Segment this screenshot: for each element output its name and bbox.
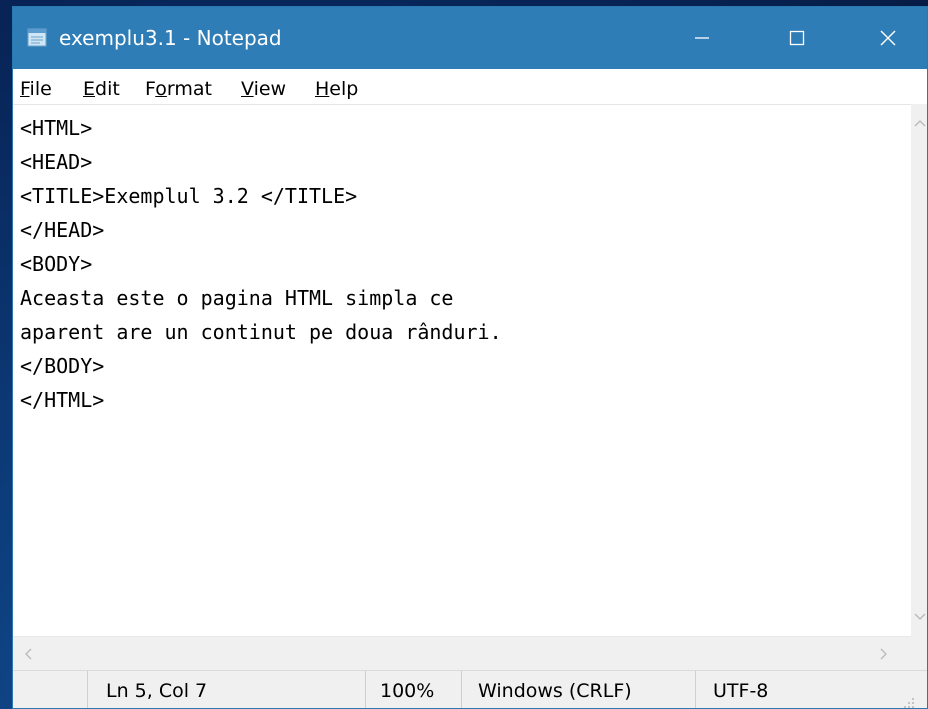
status-position-text: Ln 5, Col 7 bbox=[106, 680, 208, 702]
horizontal-scrollbar[interactable] bbox=[13, 636, 911, 670]
notepad-icon bbox=[27, 28, 47, 47]
editor-line: Aceasta este o pagina HTML simpla ce bbox=[20, 286, 454, 310]
menu-help[interactable]: Help bbox=[315, 77, 358, 101]
notepad-window: exemplu3.1 - Notepad File Edit Format Vi… bbox=[12, 6, 928, 709]
scrollbar-corner bbox=[911, 636, 927, 670]
minimize-button[interactable] bbox=[679, 7, 725, 69]
window-title: exemplu3.1 - Notepad bbox=[59, 26, 282, 50]
menu-edit[interactable]: Edit bbox=[83, 77, 120, 101]
close-icon bbox=[880, 30, 896, 46]
vertical-scrollbar[interactable] bbox=[911, 104, 927, 636]
status-line-ending: Windows (CRLF) bbox=[461, 671, 695, 708]
status-zoom: 100% bbox=[365, 671, 461, 708]
chevron-down-icon[interactable] bbox=[914, 612, 926, 622]
menu-view[interactable]: View bbox=[241, 77, 286, 101]
status-encoding: UTF-8 bbox=[695, 671, 927, 708]
menu-bar: File Edit Format View Help bbox=[13, 69, 927, 104]
minimize-icon bbox=[695, 37, 709, 39]
menu-format[interactable]: Format bbox=[145, 77, 212, 101]
editor-line: <TITLE>Exemplul 3.2 </TITLE> bbox=[20, 184, 358, 208]
text-editor[interactable]: <HTML> <HEAD> <TITLE>Exemplul 3.2 </TITL… bbox=[13, 104, 911, 636]
status-zoom-text: 100% bbox=[380, 680, 435, 702]
chevron-up-icon[interactable] bbox=[914, 118, 926, 128]
status-encoding-text: UTF-8 bbox=[713, 680, 769, 702]
editor-line: <HEAD> bbox=[20, 150, 93, 174]
editor-line: </BODY> bbox=[20, 354, 105, 378]
status-position: Ln 5, Col 7 bbox=[87, 671, 365, 708]
title-bar[interactable]: exemplu3.1 - Notepad bbox=[13, 7, 927, 69]
resize-grip-icon[interactable] bbox=[903, 697, 915, 709]
menu-file[interactable]: File bbox=[20, 77, 52, 101]
editor-line: </HEAD> bbox=[20, 218, 105, 242]
editor-line: <HTML> bbox=[20, 116, 93, 140]
editor-line: </HTML> bbox=[20, 388, 105, 412]
status-bar: Ln 5, Col 7 100% Windows (CRLF) UTF-8 bbox=[13, 670, 927, 709]
close-button[interactable] bbox=[865, 7, 911, 69]
editor-line: <BODY> bbox=[20, 252, 93, 276]
editor-line: aparent are un continut pe doua rânduri. bbox=[20, 320, 502, 344]
chevron-left-icon[interactable] bbox=[23, 648, 33, 660]
status-line-ending-text: Windows (CRLF) bbox=[478, 680, 632, 702]
maximize-button[interactable] bbox=[774, 7, 820, 69]
chevron-right-icon[interactable] bbox=[879, 648, 889, 660]
maximize-icon bbox=[789, 30, 805, 46]
